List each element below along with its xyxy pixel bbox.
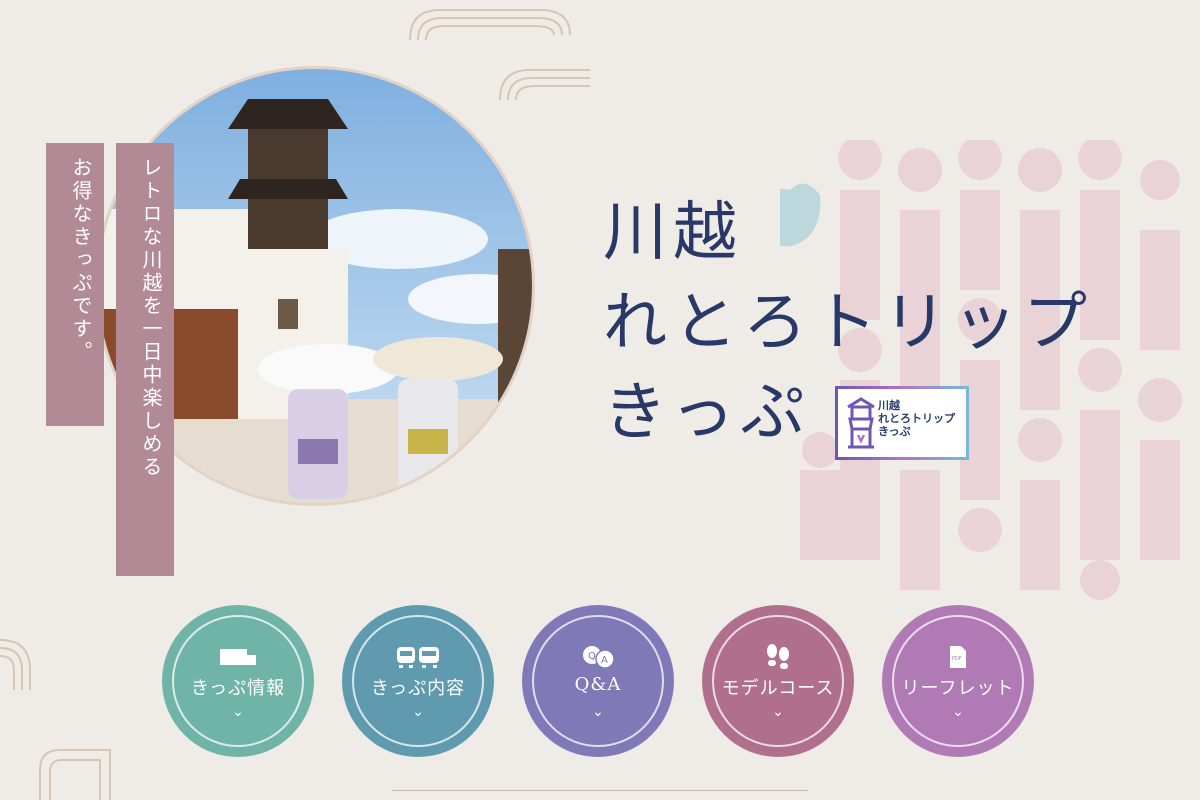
nav-label: モデルコース — [721, 678, 835, 699]
nav-ticket-contents[interactable]: きっぷ内容 ⌄ — [342, 605, 494, 757]
nav-qa[interactable]: QA Q&A ⌄ — [522, 605, 674, 757]
chevron-down-icon: ⌄ — [232, 704, 244, 720]
wave-pattern-bottom-left — [0, 639, 111, 800]
nav-leaflet[interactable]: PDF リーフレット ⌄ — [882, 605, 1034, 757]
title-line-2: れとろトリップ — [603, 286, 1093, 360]
divider — [392, 790, 808, 791]
bell-tower-logo-icon — [847, 397, 875, 449]
logo-line-3: きっぷ — [878, 425, 911, 438]
svg-text:Q: Q — [588, 651, 596, 662]
banner-retro: レトロな川越を一日中楽しめる — [116, 143, 174, 576]
nav-label: リーフレット — [901, 678, 1015, 699]
nav-label: Q&A — [574, 674, 622, 695]
chevron-down-icon: ⌄ — [412, 704, 424, 720]
title-line-1: 川越 — [603, 196, 743, 270]
ticket-icon — [165, 644, 311, 670]
pdf-icon: PDF — [885, 644, 1031, 670]
logo: 川越 れとろトリップ きっぷ — [835, 386, 969, 460]
nav-ticket-info[interactable]: きっぷ情報 ⌄ — [162, 605, 314, 757]
chevron-down-icon: ⌄ — [592, 704, 604, 720]
logo-line-2: れとろトリップ — [878, 412, 955, 425]
svg-text:A: A — [601, 655, 608, 666]
nav-label: きっぷ内容 — [370, 678, 466, 699]
qa-icon: QA — [525, 644, 671, 670]
logo-text: 川越 れとろトリップ きっぷ — [878, 399, 955, 438]
svg-text:PDF: PDF — [952, 656, 962, 662]
chevron-down-icon: ⌄ — [952, 704, 964, 720]
logo-line-1: 川越 — [878, 399, 900, 412]
footprints-icon — [705, 644, 851, 670]
train-bus-icon — [345, 644, 491, 670]
chevron-down-icon: ⌄ — [772, 704, 784, 720]
nav-label: きっぷ情報 — [190, 678, 286, 699]
banner-deals: お得なきっぷです。 — [46, 143, 104, 426]
nav-model-course[interactable]: モデルコース ⌄ — [702, 605, 854, 757]
